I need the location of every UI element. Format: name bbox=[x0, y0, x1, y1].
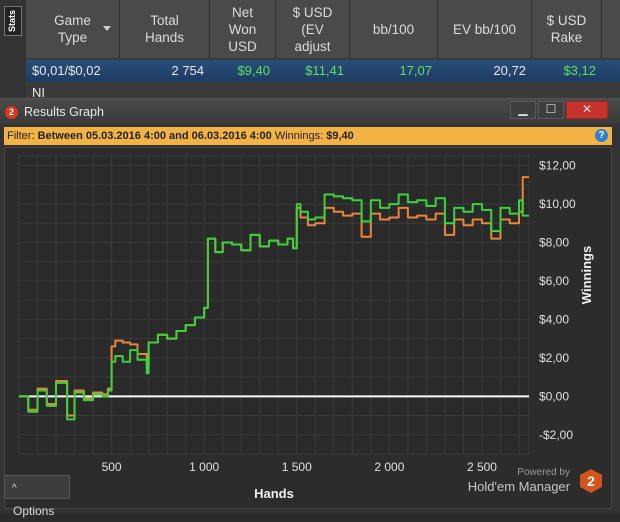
header-label: Game Type bbox=[54, 13, 91, 45]
header-label: bb/100 bbox=[372, 21, 415, 37]
chevron-up-icon: ^ bbox=[12, 483, 17, 494]
x-tick-label: 1 000 bbox=[189, 460, 219, 474]
header-ev-adjusted[interactable]: $ USD (EV adjust bbox=[276, 0, 350, 58]
window-titlebar[interactable]: 2 Results Graph ▁ ☐ ✕ bbox=[0, 99, 620, 124]
filter-prefix: Filter: bbox=[7, 130, 35, 142]
y-tick-label: $4,00 bbox=[539, 312, 569, 326]
stats-side-tab[interactable]: Stats bbox=[0, 0, 27, 100]
x-axis-label: Hands bbox=[254, 486, 294, 501]
header-bb100[interactable]: bb/100 bbox=[350, 0, 438, 58]
maximize-button[interactable]: ☐ bbox=[538, 101, 564, 119]
y-axis-label: Winnings bbox=[579, 246, 594, 304]
header-label: $ USD Rake bbox=[546, 13, 587, 45]
dropdown-arrow-icon[interactable] bbox=[103, 26, 111, 31]
results-chart: -$2,00 $0,00 $2,00 $4,00 $6,00 $8,00 $10,00 $12… bbox=[18, 155, 594, 522]
filter-bar: Filter: Between 05.03.2016 4:00 and 06.0… bbox=[4, 127, 612, 145]
filter-winnings-value: $9,40 bbox=[326, 130, 354, 142]
header-label: $ USD (EV adjust bbox=[292, 4, 333, 54]
y-tick-label: $0,00 bbox=[539, 389, 569, 403]
plot-background bbox=[18, 155, 530, 455]
cell-ev-adjusted: $11,41 bbox=[305, 63, 344, 78]
y-tick-label: $8,00 bbox=[539, 236, 569, 250]
cell-game-type: $0,01/$0,02 NI bbox=[32, 63, 101, 100]
options-label: Options bbox=[13, 504, 55, 518]
y-tick-label: $12,00 bbox=[539, 159, 576, 173]
brand-name: Hold'em Manager bbox=[467, 479, 570, 494]
header-rake[interactable]: $ USD Rake bbox=[532, 0, 602, 58]
x-tick-label: 500 bbox=[102, 460, 122, 474]
filter-range: Between 05.03.2016 4:00 and 06.03.2016 4… bbox=[37, 130, 272, 142]
header-net-won[interactable]: Net Won USD bbox=[210, 0, 276, 58]
cell-rake: $3,12 bbox=[563, 63, 596, 78]
cell-total-hands: 2 754 bbox=[171, 63, 204, 78]
cell-bb100: 17,07 bbox=[399, 63, 432, 78]
header-total-hands[interactable]: Total Hands bbox=[120, 0, 210, 58]
window-title: Results Graph bbox=[24, 105, 104, 119]
header-label: EV bb/100 bbox=[452, 21, 517, 37]
x-tick-label: 2 000 bbox=[374, 460, 404, 474]
app-logo-icon: 2 bbox=[5, 106, 18, 119]
stats-table: Game Type Total Hands Net Won USD $ USD … bbox=[26, 0, 620, 100]
header-game-type[interactable]: Game Type bbox=[26, 0, 120, 58]
y-tick-label: $10,00 bbox=[539, 197, 576, 211]
filter-winnings-label: Winnings: bbox=[274, 130, 324, 142]
table-row[interactable]: $0,01/$0,02 NI 2 754 $9,40 $11,41 17,07 … bbox=[26, 60, 620, 100]
chart-area: -$2,00 $0,00 $2,00 $4,00 $6,00 $8,00 $10,00 $12… bbox=[4, 147, 612, 522]
results-graph-window: 2 Results Graph ▁ ☐ ✕ Filter: Between 05… bbox=[0, 98, 620, 522]
close-button[interactable]: ✕ bbox=[566, 101, 608, 119]
stats-header-row: Game Type Total Hands Net Won USD $ USD … bbox=[26, 0, 620, 58]
powered-by-text: Powered by bbox=[517, 467, 570, 478]
y-tick-label: $6,00 bbox=[539, 274, 569, 288]
x-tick-label: 2 500 bbox=[467, 460, 497, 474]
stats-tab-label: Stats bbox=[4, 6, 22, 36]
header-label: Net Won USD bbox=[228, 4, 257, 54]
header-ev-bb100[interactable]: EV bb/100 bbox=[438, 0, 532, 58]
y-tick-label: -$2,00 bbox=[539, 428, 573, 442]
minimize-button[interactable]: ▁ bbox=[510, 101, 536, 119]
header-label: Total Hands bbox=[144, 13, 185, 45]
y-tick-label: $2,00 bbox=[539, 351, 569, 365]
help-icon[interactable]: ? bbox=[595, 129, 608, 142]
options-button[interactable]: ^ Options bbox=[4, 475, 70, 518]
cell-net-won: $9,40 bbox=[237, 63, 270, 78]
x-tick-label: 1 500 bbox=[282, 460, 312, 474]
cell-ev-bb100: 20,72 bbox=[493, 63, 526, 78]
